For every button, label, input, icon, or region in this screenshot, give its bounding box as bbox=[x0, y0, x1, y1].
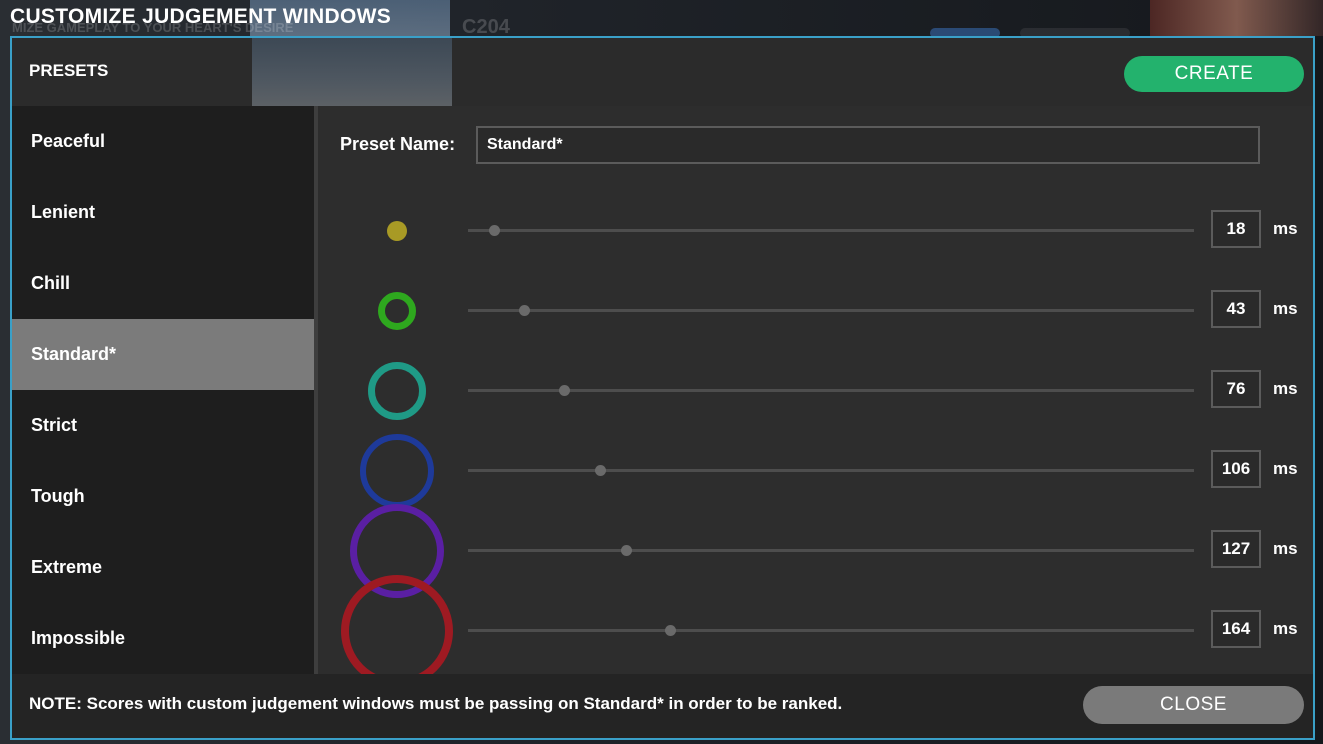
judgement-slider-handle[interactable] bbox=[558, 385, 570, 396]
judgement-slider-track[interactable] bbox=[468, 389, 1194, 392]
modal-header: PRESETS CREATE bbox=[12, 38, 1313, 106]
modal-footer: NOTE: Scores with custom judgement windo… bbox=[12, 674, 1313, 738]
judgement-slider-track[interactable] bbox=[468, 549, 1194, 552]
judgement-row-great: 76 ms bbox=[318, 351, 1313, 431]
judgement-slider-handle[interactable] bbox=[595, 465, 607, 476]
preset-item-chill[interactable]: Chill bbox=[12, 248, 314, 319]
judgement-slider-track[interactable] bbox=[468, 229, 1194, 232]
judgement-great-ring-icon bbox=[368, 362, 426, 420]
judgement-slider-handle[interactable] bbox=[620, 545, 632, 556]
ms-unit-label: ms bbox=[1273, 459, 1298, 478]
preset-name-label: Preset Name: bbox=[340, 134, 456, 154]
judgement-windows-modal: PRESETS CREATE Peaceful Lenient Chill Stand… bbox=[10, 36, 1315, 740]
header-background-image bbox=[252, 38, 452, 106]
ms-unit-label: ms bbox=[1273, 219, 1298, 238]
create-button[interactable]: CREATE bbox=[1124, 56, 1304, 92]
preset-item-peaceful[interactable]: Peaceful bbox=[12, 106, 314, 177]
preset-list: Peaceful Lenient Chill Standard* Strict Tough… bbox=[12, 106, 314, 674]
preset-item-lenient[interactable]: Lenient bbox=[12, 177, 314, 248]
preset-item-strict[interactable]: Strict bbox=[12, 390, 314, 461]
judgement-miss-ring-icon bbox=[341, 575, 453, 687]
judgement-ms-input[interactable]: 164 bbox=[1211, 610, 1261, 648]
ms-unit-label: ms bbox=[1273, 379, 1298, 398]
preset-name-input[interactable] bbox=[476, 126, 1260, 164]
judgement-ms-input[interactable]: 76 bbox=[1211, 370, 1261, 408]
judgement-slider-handle[interactable] bbox=[488, 225, 500, 236]
judgement-ms-input[interactable]: 43 bbox=[1211, 290, 1261, 328]
window-title: CUSTOMIZE JUDGEMENT WINDOWS bbox=[10, 5, 392, 28]
ms-unit-label: ms bbox=[1273, 619, 1298, 638]
judgement-slider-track[interactable] bbox=[468, 469, 1194, 472]
judgement-row-miss: 164 ms bbox=[318, 575, 1313, 687]
judgement-ms-input[interactable]: 18 bbox=[1211, 210, 1261, 248]
preset-item-extreme[interactable]: Extreme bbox=[12, 532, 314, 603]
preset-item-tough[interactable]: Tough bbox=[12, 461, 314, 532]
judgement-slider-track[interactable] bbox=[468, 629, 1194, 632]
judgement-perfect-ring-icon bbox=[378, 292, 416, 330]
judgement-row-good: 106 ms bbox=[318, 431, 1313, 511]
judgement-slider-handle[interactable] bbox=[519, 305, 531, 316]
preset-item-impossible[interactable]: Impossible bbox=[12, 603, 314, 674]
judgement-slider-handle[interactable] bbox=[665, 625, 677, 636]
ms-unit-label: ms bbox=[1273, 539, 1298, 558]
judgement-row-bad: 127 ms bbox=[318, 504, 1313, 598]
judgement-ms-input[interactable]: 127 bbox=[1211, 530, 1261, 568]
presets-heading: PRESETS bbox=[29, 61, 109, 80]
preset-item-standard[interactable]: Standard* bbox=[12, 319, 314, 390]
close-button[interactable]: CLOSE bbox=[1083, 686, 1304, 724]
background-album-art bbox=[1150, 0, 1323, 36]
ms-unit-label: ms bbox=[1273, 299, 1298, 318]
judgement-slider-track[interactable] bbox=[468, 309, 1194, 312]
judgement-row-marvelous: 18 ms bbox=[318, 191, 1313, 271]
judgement-marvelous-solid-dot-icon bbox=[387, 221, 407, 241]
ranking-note: NOTE: Scores with custom judgement windo… bbox=[29, 694, 843, 713]
judgement-row-perfect: 43 ms bbox=[318, 271, 1313, 351]
judgement-good-ring-icon bbox=[360, 434, 434, 508]
judgement-ms-input[interactable]: 106 bbox=[1211, 450, 1261, 488]
